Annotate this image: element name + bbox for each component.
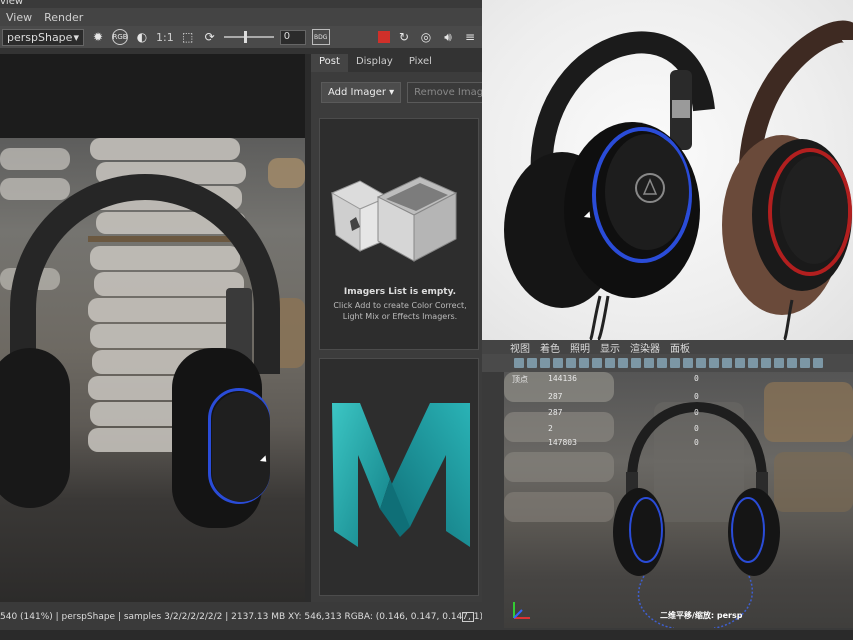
ipr-icon[interactable]: ◎ — [418, 29, 434, 45]
viewport-left-strip — [482, 372, 504, 640]
image-plane-icon[interactable] — [553, 358, 563, 368]
hud-label-vertices: 顶点 — [512, 375, 528, 384]
motion-blur-icon[interactable] — [774, 358, 784, 368]
ambient-occlusion-icon[interactable] — [761, 358, 771, 368]
safe-action-icon[interactable] — [605, 358, 615, 368]
tab-pixel[interactable]: Pixel — [401, 54, 440, 72]
grid-toggle-icon[interactable] — [735, 358, 745, 368]
resolution-gate-icon[interactable] — [592, 358, 602, 368]
cube-icon[interactable] — [813, 358, 823, 368]
sack — [0, 178, 70, 200]
camera-icon[interactable] — [618, 358, 628, 368]
hud-value: 287 — [548, 408, 563, 417]
imagers-list: Imagers List is empty. Click Add to crea… — [319, 118, 479, 350]
hud-extra: 0 — [694, 408, 699, 417]
render-toolbar: perspShape ▾ ✹ RGB ◐ 1:1 ⬚ ⟳ 0 BDG ↻ ◎ 🔊… — [0, 26, 482, 48]
render-background-top — [0, 54, 305, 138]
badge-icon[interactable]: BDG — [311, 29, 330, 45]
menu-panels-cn[interactable]: 面板 — [670, 340, 690, 355]
antialias-icon[interactable] — [787, 358, 797, 368]
viewport-3d[interactable]: 顶点 144136 287 287 2 147803 0 0 0 0 0 — [504, 372, 853, 628]
rerender-icon[interactable]: ↻ — [396, 29, 412, 45]
chevron-down-icon: ▾ — [73, 30, 79, 44]
bottom-strip — [0, 630, 853, 640]
window-title-bar: view — [0, 0, 482, 8]
menu-lighting-cn[interactable]: 照明 — [570, 340, 590, 355]
color-balance-icon[interactable]: ◐ — [134, 29, 150, 45]
hud-extra: 0 — [694, 374, 699, 383]
tab-display[interactable]: Display — [348, 54, 401, 72]
maya-logo-icon — [332, 403, 470, 547]
hud-extra: 0 — [694, 392, 699, 401]
menu-render[interactable]: Render — [44, 11, 83, 24]
textured-icon[interactable] — [657, 358, 667, 368]
hud-value: 147803 — [548, 438, 577, 447]
isolate-select-icon[interactable] — [696, 358, 706, 368]
viewport-camera-label: 二维平移/缩放: persp — [660, 611, 743, 620]
ratio-label[interactable]: 1:1 — [156, 31, 174, 44]
status-text: 540 (141%) | perspShape | samples 3/2/2/… — [0, 612, 483, 622]
depth-of-field-icon[interactable] — [800, 358, 810, 368]
menu-icon[interactable]: ≡ — [462, 29, 478, 45]
camera-dropdown-value: perspShape — [7, 30, 73, 44]
refresh-icon[interactable]: ⟳ — [202, 29, 218, 45]
grid-icon[interactable] — [566, 358, 576, 368]
menu-view[interactable]: View — [6, 11, 32, 24]
viewport-toolbar — [482, 354, 853, 372]
shadows-icon[interactable] — [683, 358, 693, 368]
sack — [0, 148, 70, 170]
snapshot-icon[interactable] — [462, 612, 474, 622]
axis-gizmo-icon — [513, 602, 530, 619]
imager-buttons: Add Imager ▾ Remove Imager — [311, 72, 501, 113]
left-earcup — [0, 348, 70, 508]
render-view[interactable] — [0, 54, 305, 602]
stop-render-button[interactable] — [378, 31, 390, 43]
maya-logo-panel — [319, 358, 479, 596]
hud-icon[interactable] — [748, 358, 758, 368]
wireframe-icon[interactable] — [631, 358, 641, 368]
camera-attributes-icon[interactable] — [527, 358, 537, 368]
film-gate-icon[interactable] — [579, 358, 589, 368]
add-imager-button[interactable]: Add Imager ▾ — [321, 82, 402, 103]
hud-extra: 0 — [694, 438, 699, 447]
right-earcup-shell — [212, 392, 270, 502]
empty-list-text: Click Add to create Color Correct, Light… — [333, 301, 467, 321]
product-photo — [482, 0, 853, 340]
menu-view-cn[interactable]: 视图 — [510, 340, 530, 355]
menu-shading-cn[interactable]: 着色 — [540, 340, 560, 355]
window-title: view — [0, 0, 24, 7]
exposure-slider[interactable] — [223, 31, 274, 43]
maya-viewport-panel: 视图 着色 照明 显示 渲染器 面板 顶点 144136 287 287 2 1… — [482, 340, 853, 640]
render-image — [0, 138, 305, 602]
select-camera-icon[interactable] — [514, 358, 524, 368]
menu-bar: View Render — [0, 8, 482, 26]
lighting-icon[interactable] — [670, 358, 680, 368]
post-panel: Post Display Pixel Add Imager ▾ Remove I… — [311, 54, 501, 602]
smooth-shade-icon[interactable] — [644, 358, 654, 368]
menu-show-cn[interactable]: 显示 — [600, 340, 620, 355]
empty-box-icon — [330, 176, 458, 262]
hud-value: 144136 — [548, 374, 577, 383]
hud-value: 2 — [548, 424, 553, 433]
headphones-photo — [504, 20, 853, 340]
box — [268, 158, 305, 188]
bookmark-icon[interactable] — [540, 358, 550, 368]
hud-extra: 0 — [694, 424, 699, 433]
exposure-field[interactable]: 0 — [279, 29, 306, 45]
camera-dropdown[interactable]: perspShape ▾ — [2, 28, 84, 46]
menu-renderer-cn[interactable]: 渲染器 — [630, 340, 660, 355]
sack — [90, 138, 240, 160]
xray-joints-icon[interactable] — [722, 358, 732, 368]
empty-list-title: Imagers List is empty. — [343, 287, 457, 297]
tab-post[interactable]: Post — [311, 54, 348, 72]
region-icon[interactable]: ⬚ — [180, 29, 196, 45]
render-sun-icon[interactable]: ✹ — [90, 29, 106, 45]
add-imager-label: Add Imager — [328, 87, 386, 98]
sound-icon[interactable]: 🔊︎ — [440, 29, 456, 45]
viewport-menu-bar: 视图 着色 照明 显示 渲染器 面板 — [482, 340, 853, 355]
rgb-channel-icon[interactable]: RGB — [112, 29, 128, 45]
xray-icon[interactable] — [709, 358, 719, 368]
hud-value: 287 — [548, 392, 563, 401]
post-tabs: Post Display Pixel — [311, 54, 482, 72]
